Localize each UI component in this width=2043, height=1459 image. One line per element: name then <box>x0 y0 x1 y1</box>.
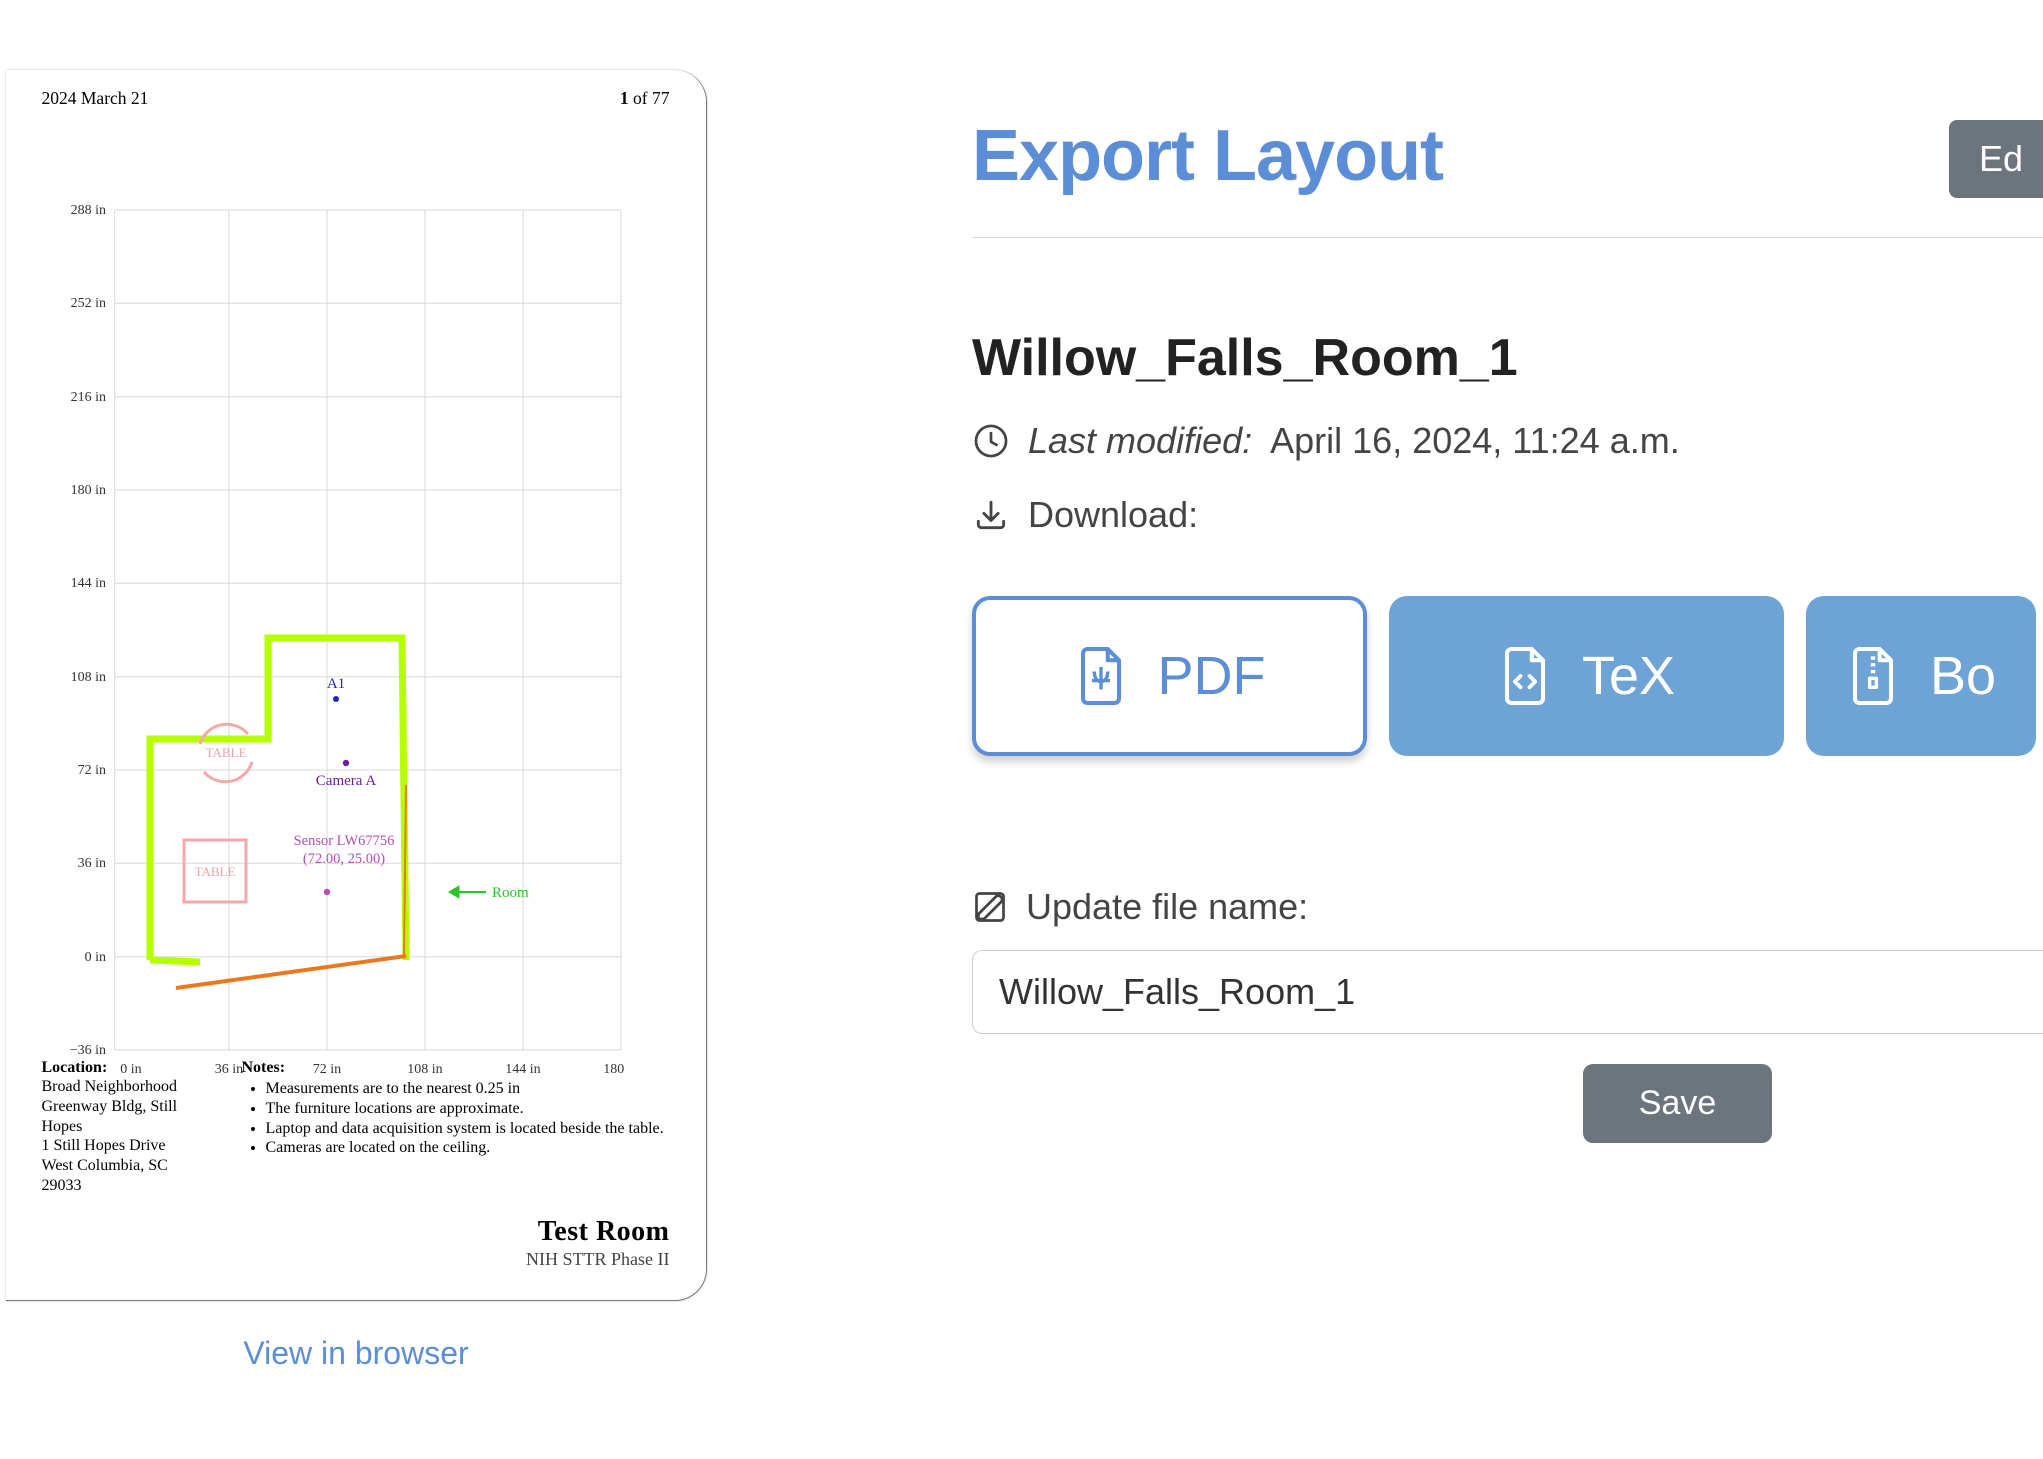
notes-heading: Notes: <box>242 1059 286 1076</box>
export-both-label: Bo <box>1930 645 1996 707</box>
location-line: 1 Still Hopes Drive <box>42 1137 166 1154</box>
export-pdf-button[interactable]: PDF <box>972 596 1367 756</box>
svg-text:0 in: 0 in <box>84 950 105 965</box>
location-line: Broad Neighborhood <box>42 1078 178 1095</box>
download-icon <box>972 496 1010 534</box>
layout-plot: 288 in 252 in 216 in 180 in 144 in 108 i… <box>66 180 626 1080</box>
edit-icon <box>972 889 1008 925</box>
edit-button[interactable]: Ed <box>1949 120 2043 198</box>
divider <box>972 237 2043 238</box>
svg-text:Sensor LW67756: Sensor LW67756 <box>293 833 394 849</box>
svg-text:216 in: 216 in <box>70 390 105 405</box>
preview-column: 2024 March 21 1 of 77 <box>0 0 712 1459</box>
svg-text:(72.00, 25.00): (72.00, 25.00) <box>302 851 384 867</box>
svg-text:72 in: 72 in <box>77 763 105 778</box>
code-file-icon <box>1498 644 1552 708</box>
svg-text:144 in: 144 in <box>70 576 105 591</box>
note-item: Laptop and data acquisition system is lo… <box>266 1119 664 1139</box>
svg-text:288 in: 288 in <box>70 203 105 218</box>
note-item: Measurements are to the nearest 0.25 in <box>266 1079 664 1099</box>
zip-file-icon <box>1846 644 1900 708</box>
doc-date: 2024 March 21 <box>42 88 149 109</box>
update-file-label: Update file name: <box>1026 886 1308 928</box>
panel-title: Export Layout <box>972 115 2043 197</box>
svg-text:108 in: 108 in <box>70 670 105 685</box>
last-modified-label: Last modified: <box>1028 420 1252 462</box>
location-line: Greenway Bldg, Still Hopes <box>42 1098 178 1135</box>
location-line: West Columbia, SC 29033 <box>42 1157 168 1194</box>
svg-text:TABLE: TABLE <box>205 745 246 760</box>
svg-text:36 in: 36 in <box>77 856 105 871</box>
doc-footer: Location: Broad Neighborhood Greenway Bl… <box>42 1058 670 1270</box>
pdf-file-icon <box>1074 644 1128 708</box>
export-pdf-label: PDF <box>1158 645 1266 707</box>
svg-text:A1: A1 <box>326 676 344 692</box>
layout-name: Willow_Falls_Room_1 <box>972 328 2043 388</box>
note-item: The furniture locations are approximate. <box>266 1099 664 1119</box>
svg-text:Camera A: Camera A <box>315 773 376 789</box>
update-file-row: Update file name: <box>972 886 2043 928</box>
export-both-button[interactable]: Bo <box>1806 596 2036 756</box>
svg-text:Room: Room <box>492 885 529 901</box>
download-row: Download: <box>972 494 2043 536</box>
doc-title: Test Room <box>42 1215 670 1249</box>
doc-header: 2024 March 21 1 of 77 <box>6 70 706 109</box>
document-preview: 2024 March 21 1 of 77 <box>6 70 707 1301</box>
download-label: Download: <box>1028 494 1198 536</box>
doc-page-number: 1 of 77 <box>620 88 670 109</box>
file-name-input[interactable] <box>972 950 2043 1034</box>
svg-text:252 in: 252 in <box>70 296 105 311</box>
location-heading: Location: <box>42 1059 108 1076</box>
export-tex-label: TeX <box>1582 645 1675 707</box>
last-modified-row: Last modified: April 16, 2024, 11:24 a.m… <box>972 420 2043 462</box>
doc-subtitle: NIH STTR Phase II <box>42 1248 670 1270</box>
last-modified-value: April 16, 2024, 11:24 a.m. <box>1270 420 1680 462</box>
export-tex-button[interactable]: TeX <box>1389 596 1784 756</box>
note-item: Cameras are located on the ceiling. <box>266 1138 664 1158</box>
save-button[interactable]: Save <box>1583 1064 1773 1143</box>
view-in-browser-link[interactable]: View in browser <box>243 1335 468 1372</box>
svg-text:180 in: 180 in <box>70 483 105 498</box>
export-button-row: PDF TeX Bo <box>972 596 2043 756</box>
svg-text:TABLE: TABLE <box>194 864 235 879</box>
svg-text:−36 in: −36 in <box>69 1043 105 1058</box>
clock-icon <box>972 422 1010 460</box>
export-panel: Export Layout Ed Willow_Falls_Room_1 Las… <box>712 0 2043 1459</box>
